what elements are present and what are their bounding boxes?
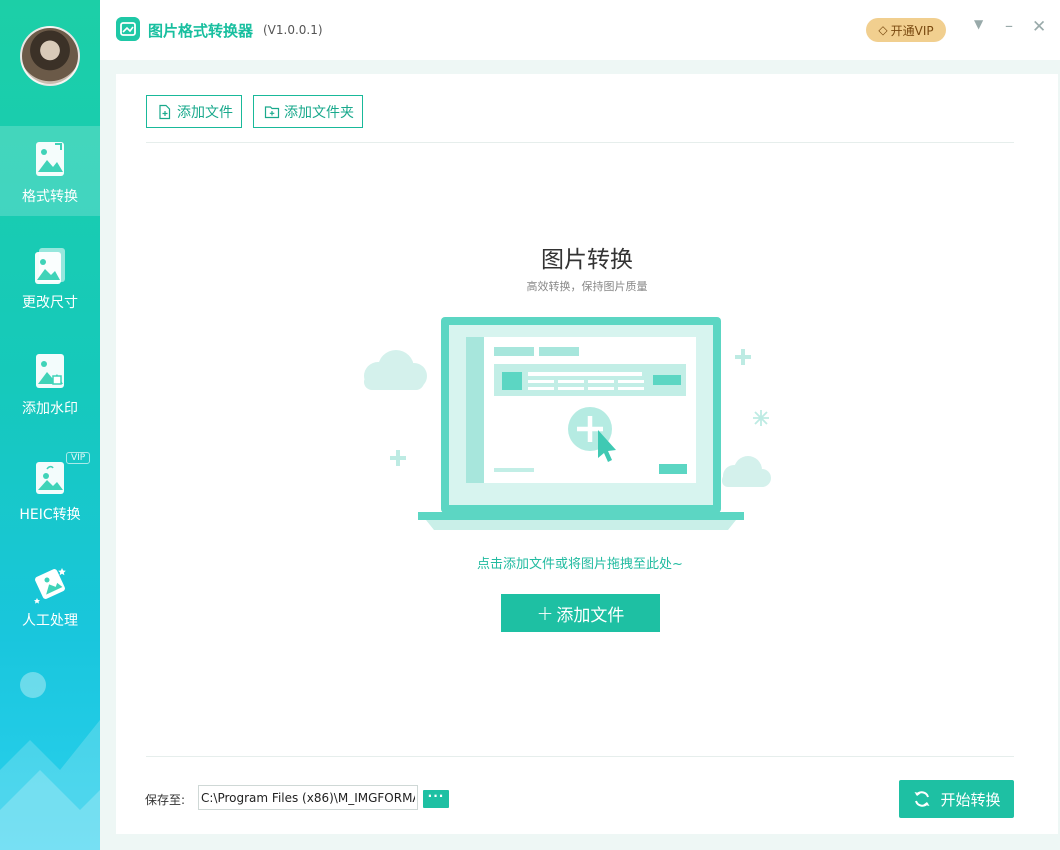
app-title: 图片格式转换器 bbox=[148, 22, 254, 40]
menu-dropdown-icon[interactable]: ▼ bbox=[974, 17, 983, 31]
open-vip-button[interactable]: ◇ 开通VIP bbox=[866, 18, 946, 42]
title-bar: 图片格式转换器 (V1.0.0.1) ◇ 开通VIP ▼ – ✕ bbox=[100, 0, 1060, 60]
drop-hint: 点击添加文件或将图片拖拽至此处~ bbox=[477, 557, 683, 572]
page-subtitle: 高效转换，保持图片质量 bbox=[526, 280, 648, 293]
sidebar-item-label: 人工处理 bbox=[22, 613, 78, 629]
save-to-label: 保存至: bbox=[145, 793, 186, 807]
minimize-icon[interactable]: – bbox=[1005, 16, 1013, 35]
add-folder-icon bbox=[264, 105, 280, 118]
sidebar: 格式转换 更改尺寸 添加水印 VIP HEIC转换 人工处理 bbox=[0, 0, 100, 850]
close-icon[interactable]: ✕ bbox=[1032, 17, 1046, 37]
diamond-icon: ◇ bbox=[878, 23, 888, 37]
add-file-button[interactable]: 添加文件 bbox=[146, 95, 242, 128]
manual-process-icon bbox=[34, 568, 66, 604]
image-convert-icon bbox=[36, 142, 64, 176]
app-version: (V1.0.0.1) bbox=[263, 23, 323, 37]
sidebar-item-manual[interactable]: 人工处理 bbox=[0, 550, 100, 640]
start-convert-button[interactable]: 开始转换 bbox=[899, 780, 1014, 818]
add-file-label: 添加文件 bbox=[177, 104, 233, 121]
browse-folder-button[interactable]: ··· bbox=[423, 790, 449, 808]
add-folder-label: 添加文件夹 bbox=[284, 104, 354, 121]
app-logo-icon bbox=[116, 17, 140, 41]
sidebar-item-label: HEIC转换 bbox=[19, 507, 81, 523]
page-title: 图片转换 bbox=[541, 247, 633, 273]
sidebar-item-resize[interactable]: 更改尺寸 bbox=[0, 232, 100, 322]
add-file-main-label: 添加文件 bbox=[556, 605, 625, 626]
heic-apple-icon bbox=[36, 462, 64, 494]
open-vip-label: 开通VIP bbox=[890, 23, 934, 38]
sidebar-item-format-convert[interactable]: 格式转换 bbox=[0, 126, 100, 216]
add-file-icon bbox=[159, 104, 171, 119]
main-panel: 添加文件 添加文件夹 图片转换 高效转换，保持图片质量 点击添加文件或将图片拖拽… bbox=[116, 74, 1058, 834]
image-watermark-icon bbox=[36, 354, 64, 388]
divider bbox=[146, 142, 1014, 143]
plus-icon: + bbox=[536, 601, 554, 625]
sidebar-decoration bbox=[0, 672, 100, 850]
sidebar-item-watermark[interactable]: 添加水印 bbox=[0, 338, 100, 428]
laptop-illustration[interactable] bbox=[356, 310, 776, 536]
refresh-icon bbox=[914, 791, 930, 807]
sidebar-item-label: 格式转换 bbox=[22, 189, 78, 205]
image-resize-icon bbox=[35, 248, 65, 284]
sidebar-item-label: 更改尺寸 bbox=[22, 295, 78, 311]
vip-badge: VIP bbox=[66, 452, 91, 464]
save-path-input[interactable] bbox=[198, 785, 418, 810]
divider bbox=[146, 756, 1014, 757]
sidebar-item-heic[interactable]: VIP HEIC转换 bbox=[0, 444, 100, 534]
add-folder-button[interactable]: 添加文件夹 bbox=[253, 95, 363, 128]
avatar[interactable] bbox=[20, 26, 80, 86]
add-file-main-button[interactable]: + 添加文件 bbox=[501, 594, 660, 632]
start-convert-label: 开始转换 bbox=[940, 790, 1001, 809]
sidebar-item-label: 添加水印 bbox=[22, 401, 78, 417]
